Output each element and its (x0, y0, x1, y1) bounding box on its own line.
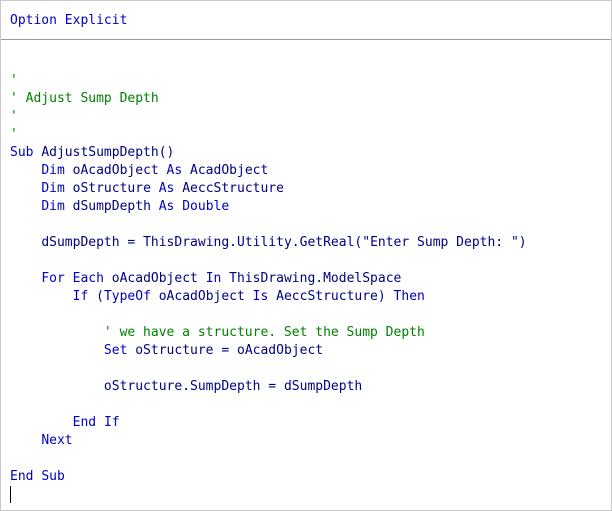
text-caret (10, 486, 11, 503)
code-line: End Sub (10, 469, 65, 484)
code-line: ' Adjust Sump Depth (10, 91, 159, 106)
code-line: dSumpDepth = ThisDrawing.Utility.GetReal… (41, 235, 527, 250)
code-line: Dim oStructure As AeccStructure (41, 181, 284, 196)
code-line: Sub AdjustSumpDepth() (10, 145, 175, 160)
code-line: ' (10, 0, 18, 10)
code-line: ' we have a structure. Set the Sump Dept… (10, 325, 425, 340)
code-line: End If (72, 415, 120, 430)
code-line: Next (41, 433, 73, 448)
code-line: For Each oAcadObject In ThisDrawing.Mode… (41, 271, 402, 286)
code-line: ' (10, 73, 18, 88)
code-line: If (TypeOf oAcadObject Is AeccStructure)… (72, 289, 425, 304)
code-line: ' (10, 127, 18, 142)
code-line: Dim oAcadObject As AcadObject (41, 163, 269, 178)
code-line: ' (10, 109, 18, 124)
code-line: Set oStructure = oAcadObject (103, 343, 324, 358)
code-editor-window: ' Option Explicit ' ' Adjust Sump Depth ' ' Su… (0, 0, 612, 511)
declarations-separator (1, 39, 611, 40)
code-line: Dim dSumpDepth As Double (41, 199, 230, 214)
code-line: Option Explicit (10, 13, 128, 28)
code-line: oStructure.SumpDepth = dSumpDepth (103, 379, 363, 394)
